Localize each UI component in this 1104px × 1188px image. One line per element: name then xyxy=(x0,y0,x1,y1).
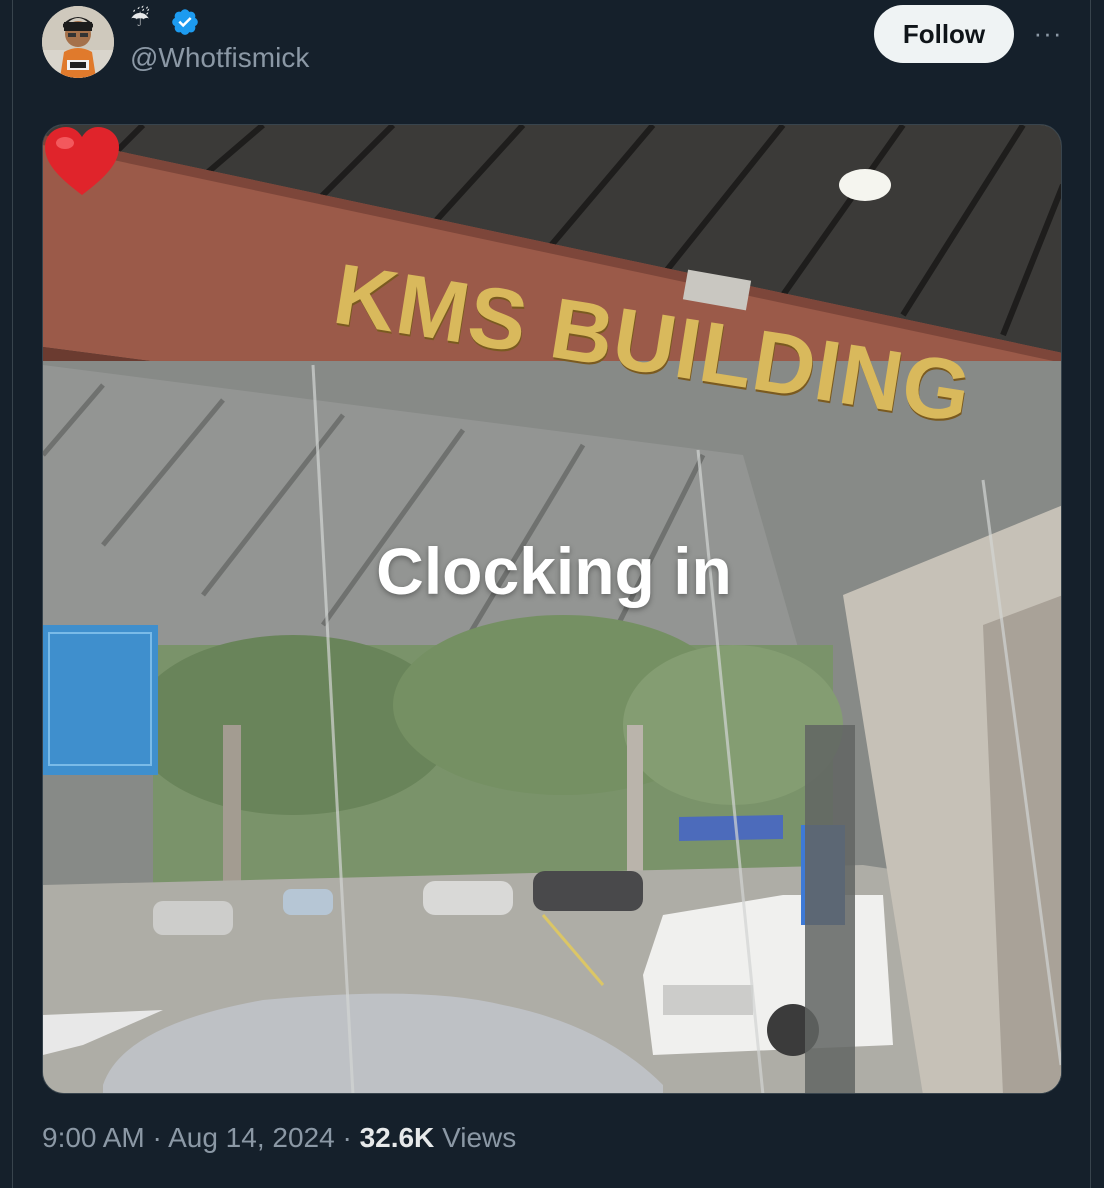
tweet-photo[interactable]: KMS BUILDING Clocking in xyxy=(42,124,1062,1094)
timeline-border-left xyxy=(12,0,13,1188)
red-heart-icon xyxy=(45,127,119,195)
views-label-space xyxy=(434,1122,442,1153)
tweet-time[interactable]: 9:00 AM xyxy=(42,1122,145,1153)
author-handle[interactable]: @Whotfismick xyxy=(130,42,309,74)
more-options-icon[interactable]: ··· xyxy=(1028,14,1068,54)
views-label: Views xyxy=(442,1122,517,1153)
tweet-meta: 9:00 AM · Aug 14, 2024 · 32.6K Views xyxy=(42,1122,516,1154)
umbrella-emoji-icon: ☔ xyxy=(130,6,150,31)
tweet-date[interactable]: Aug 14, 2024 xyxy=(168,1122,335,1153)
follow-button[interactable]: Follow xyxy=(874,5,1014,63)
meta-separator-2: · xyxy=(334,1122,360,1153)
timeline-border-right xyxy=(1090,0,1091,1188)
story-caption: Clocking in xyxy=(376,534,732,608)
meta-separator: · xyxy=(144,1122,169,1153)
storefront-photo-illustration xyxy=(43,125,1061,1093)
views-count: 32.6K xyxy=(359,1122,435,1153)
avatar[interactable] xyxy=(42,6,114,78)
verified-badge-icon xyxy=(172,9,198,35)
